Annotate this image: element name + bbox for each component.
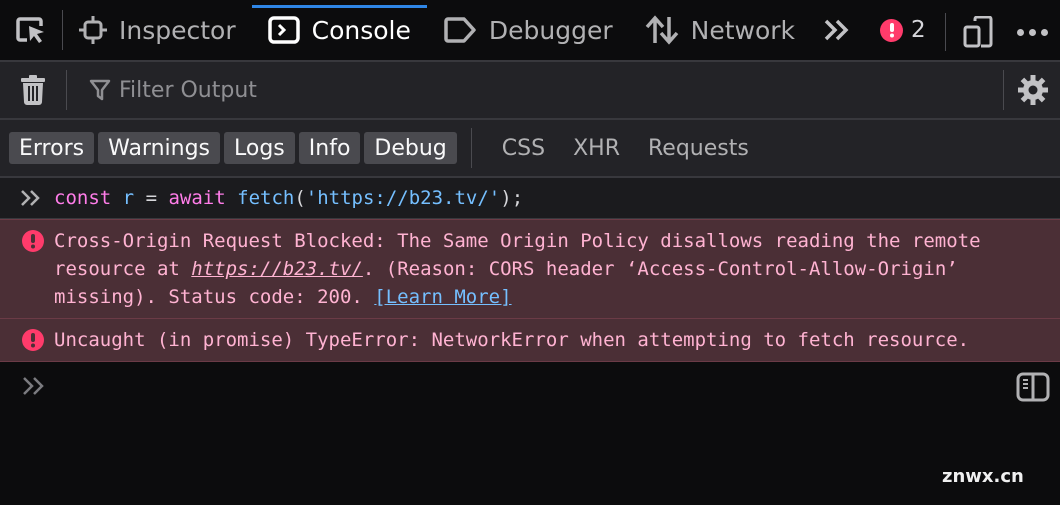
- error-icon: [880, 18, 903, 42]
- filter-info-button[interactable]: Info: [298, 132, 361, 164]
- watermark: znwx.cn: [942, 466, 1024, 487]
- responsive-design-mode-button[interactable]: [960, 14, 996, 50]
- divider: [470, 128, 472, 168]
- command-message: const r = await fetch('https://b23.tv/')…: [0, 178, 1060, 219]
- filter-warnings-button[interactable]: Warnings: [98, 132, 221, 164]
- chevron-double-right-icon: [824, 19, 849, 41]
- responsive-design-icon: [963, 16, 993, 48]
- filter-output-input[interactable]: [119, 77, 819, 103]
- console-toolbar: [0, 62, 1060, 120]
- element-picker-icon: [16, 17, 44, 43]
- log-level-filter-bar: Errors Warnings Logs Info Debug CSS XHR …: [0, 120, 1060, 178]
- filter-xhr-button[interactable]: XHR: [561, 132, 632, 164]
- console-icon: [267, 16, 300, 44]
- devtools-tab-bar: Inspector Console Debugger Network 2: [0, 0, 1060, 62]
- command-text: const r = await fetch('https://b23.tv/')…: [54, 187, 524, 209]
- divider: [945, 13, 946, 51]
- element-picker-button[interactable]: [0, 0, 62, 60]
- inspector-icon: [79, 16, 107, 44]
- tab-console[interactable]: Console: [251, 0, 428, 60]
- error-message: Cross-Origin Request Blocked: The Same O…: [0, 219, 1060, 319]
- dot: [1028, 28, 1036, 36]
- tab-label: Console: [311, 15, 411, 45]
- error-text: Cross-Origin Request Blocked: The Same O…: [54, 230, 993, 308]
- command-prompt-icon: [21, 190, 40, 206]
- tab-label: Debugger: [488, 15, 613, 45]
- filter-box: [67, 62, 1060, 118]
- filter-requests-button[interactable]: Requests: [636, 132, 761, 164]
- tab-inspector[interactable]: Inspector: [63, 0, 252, 60]
- more-options-button[interactable]: [1012, 14, 1052, 50]
- resource-url-link[interactable]: https://b23.tv/: [191, 258, 363, 280]
- tab-label: Network: [690, 15, 796, 45]
- filter-icon: [89, 79, 111, 101]
- error-icon: [22, 326, 46, 354]
- console-settings-button[interactable]: [1012, 70, 1054, 110]
- error-text: Uncaught (in promise) TypeError: Network…: [54, 329, 970, 351]
- divider: [1003, 70, 1004, 110]
- tab-label: Inspector: [119, 15, 236, 45]
- dot: [1040, 28, 1048, 36]
- filter-debug-button[interactable]: Debug: [364, 132, 457, 164]
- trash-icon: [21, 75, 45, 105]
- console-input[interactable]: [0, 362, 1060, 410]
- sidebar-toggle-icon[interactable]: [1016, 372, 1050, 402]
- gear-icon: [1018, 75, 1048, 105]
- clear-console-button[interactable]: [0, 62, 66, 118]
- error-count: 2: [911, 17, 926, 43]
- filter-errors-button[interactable]: Errors: [9, 132, 95, 164]
- error-icon: [22, 227, 46, 255]
- dot: [1016, 28, 1024, 36]
- tab-network[interactable]: Network: [629, 0, 811, 60]
- error-message: Uncaught (in promise) TypeError: Network…: [0, 319, 1060, 362]
- console-output: const r = await fetch('https://b23.tv/')…: [0, 178, 1060, 410]
- more-tabs-button[interactable]: [811, 0, 863, 60]
- filter-logs-button[interactable]: Logs: [224, 132, 295, 164]
- filter-css-button[interactable]: CSS: [490, 132, 557, 164]
- network-icon: [645, 15, 678, 45]
- learn-more-link[interactable]: [Learn More]: [374, 286, 511, 308]
- tab-debugger[interactable]: Debugger: [427, 0, 629, 60]
- error-count-badge[interactable]: 2: [880, 0, 926, 60]
- debugger-icon: [444, 17, 476, 43]
- input-prompt-icon: [23, 377, 44, 395]
